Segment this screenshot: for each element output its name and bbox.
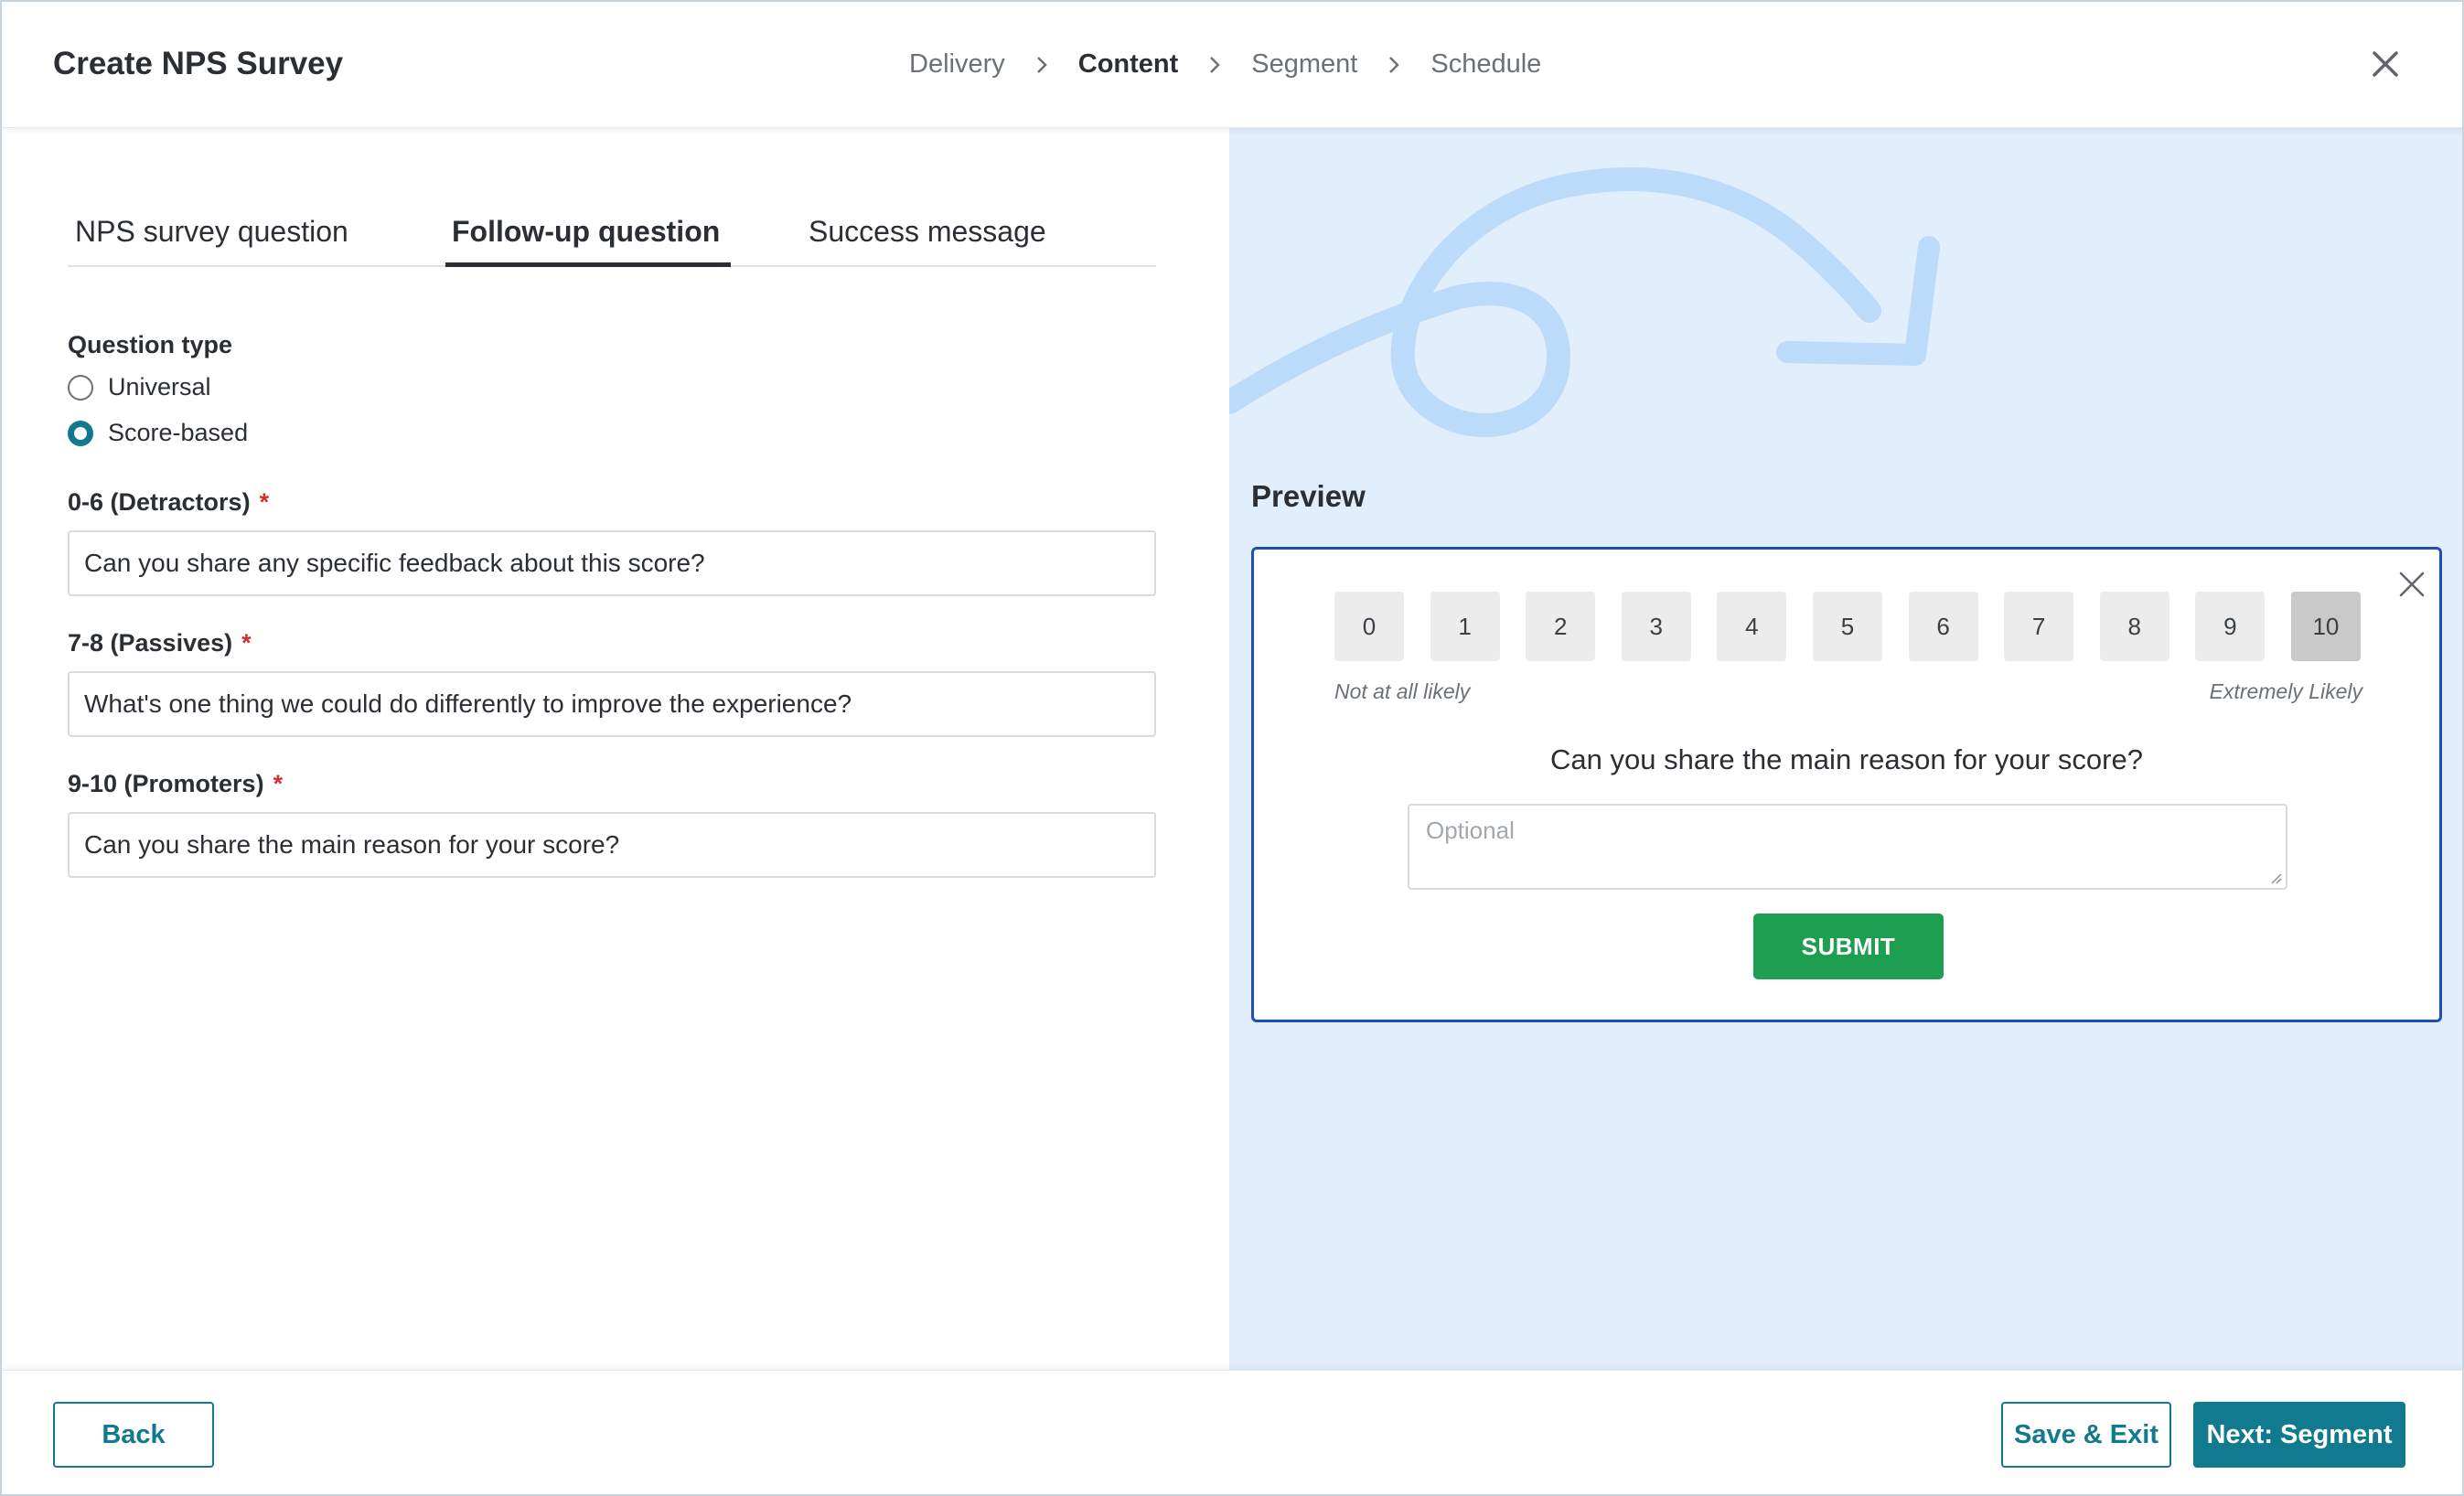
tab-success-message[interactable]: Success message (809, 210, 1046, 267)
score-button-10[interactable]: 10 (2290, 592, 2361, 661)
score-button-0[interactable]: 0 (1334, 592, 1404, 661)
radio-label: Score-based (108, 419, 249, 446)
promoters-input[interactable]: Can you share the main reason for your s… (68, 812, 1156, 878)
score-button-8[interactable]: 8 (2099, 592, 2169, 661)
tab-nps-survey-question[interactable]: NPS survey question (75, 210, 348, 267)
chevron-right-icon (1178, 55, 1251, 75)
score-button-2[interactable]: 2 (1526, 592, 1596, 661)
score-button-3[interactable]: 3 (1621, 592, 1691, 661)
close-icon[interactable] (2369, 48, 2402, 80)
radio-universal[interactable]: Universal (68, 373, 211, 401)
close-icon[interactable] (2397, 570, 2427, 599)
score-button-6[interactable]: 6 (1908, 592, 1978, 661)
page-title: Create NPS Survey (53, 46, 344, 81)
promoters-label: 9-10 (Promoters) * (68, 770, 283, 798)
modal-window: Create NPS Survey Delivery Content Segme… (0, 0, 2464, 1496)
field-label-text: 7-8 (Passives) (68, 629, 233, 657)
high-score-label: Extremely Likely (2209, 679, 2362, 703)
step-delivery[interactable]: Delivery (909, 49, 1005, 80)
submit-button[interactable]: SUBMIT (1753, 914, 1944, 979)
required-marker: * (259, 488, 270, 516)
follow-up-question-text: Can you share the main reason for your s… (1550, 743, 2143, 775)
tab-follow-up-question[interactable]: Follow-up question (452, 210, 720, 267)
radio-label: Universal (108, 373, 211, 401)
passives-label: 7-8 (Passives) * (68, 629, 252, 657)
step-segment[interactable]: Segment (1251, 49, 1357, 80)
score-scale: 0 1 2 3 4 5 6 7 8 9 10 (1334, 592, 2361, 661)
resize-grip-icon[interactable] (2269, 871, 2282, 884)
preview-panel: Preview 0 1 2 3 4 5 6 7 8 9 10 Not at al… (1229, 128, 2462, 1370)
footer: Back Save & Exit Next: Segment (2, 1370, 2462, 1494)
step-schedule[interactable]: Schedule (1430, 49, 1541, 80)
textarea-placeholder: Optional (1426, 817, 1515, 844)
field-label-text: 0-6 (Detractors) (68, 488, 251, 516)
field-label-text: 9-10 (Promoters) (68, 770, 264, 797)
score-button-1[interactable]: 1 (1430, 592, 1500, 661)
score-button-7[interactable]: 7 (2004, 592, 2074, 661)
radio-button-selected[interactable] (68, 420, 93, 446)
required-marker: * (273, 770, 284, 797)
back-button[interactable]: Back (53, 1402, 214, 1468)
content-tabs: NPS survey question Follow-up question S… (68, 210, 1156, 267)
header: Create NPS Survey Delivery Content Segme… (2, 2, 2462, 128)
content-editor-panel: NPS survey question Follow-up question S… (2, 128, 1229, 1370)
score-button-4[interactable]: 4 (1717, 592, 1787, 661)
detractors-input[interactable]: Can you share any specific feedback abou… (68, 530, 1156, 596)
radio-score-based[interactable]: Score-based (68, 419, 248, 447)
question-type-label: Question type (68, 331, 233, 358)
stepper: Delivery Content Segment Schedule (909, 49, 1541, 80)
step-content[interactable]: Content (1078, 49, 1179, 80)
next-segment-button[interactable]: Next: Segment (2193, 1402, 2405, 1468)
nps-preview-card: 0 1 2 3 4 5 6 7 8 9 10 Not at all likely… (1251, 547, 2442, 1022)
required-marker: * (241, 629, 252, 657)
feedback-textarea[interactable]: Optional (1408, 804, 2287, 890)
save-exit-button[interactable]: Save & Exit (2001, 1402, 2171, 1468)
passives-input[interactable]: What's one thing we could do differently… (68, 671, 1156, 737)
score-button-5[interactable]: 5 (1812, 592, 1882, 661)
radio-button[interactable] (68, 374, 93, 401)
low-score-label: Not at all likely (1334, 679, 1471, 703)
detractors-label: 0-6 (Detractors) * (68, 488, 269, 517)
active-tab-indicator (445, 262, 731, 267)
decorative-arrow-swirl (1229, 167, 1940, 438)
score-button-9[interactable]: 9 (2195, 592, 2266, 661)
chevron-right-icon (1357, 55, 1430, 75)
chevron-right-icon (1005, 55, 1078, 75)
preview-title: Preview (1251, 479, 1366, 513)
